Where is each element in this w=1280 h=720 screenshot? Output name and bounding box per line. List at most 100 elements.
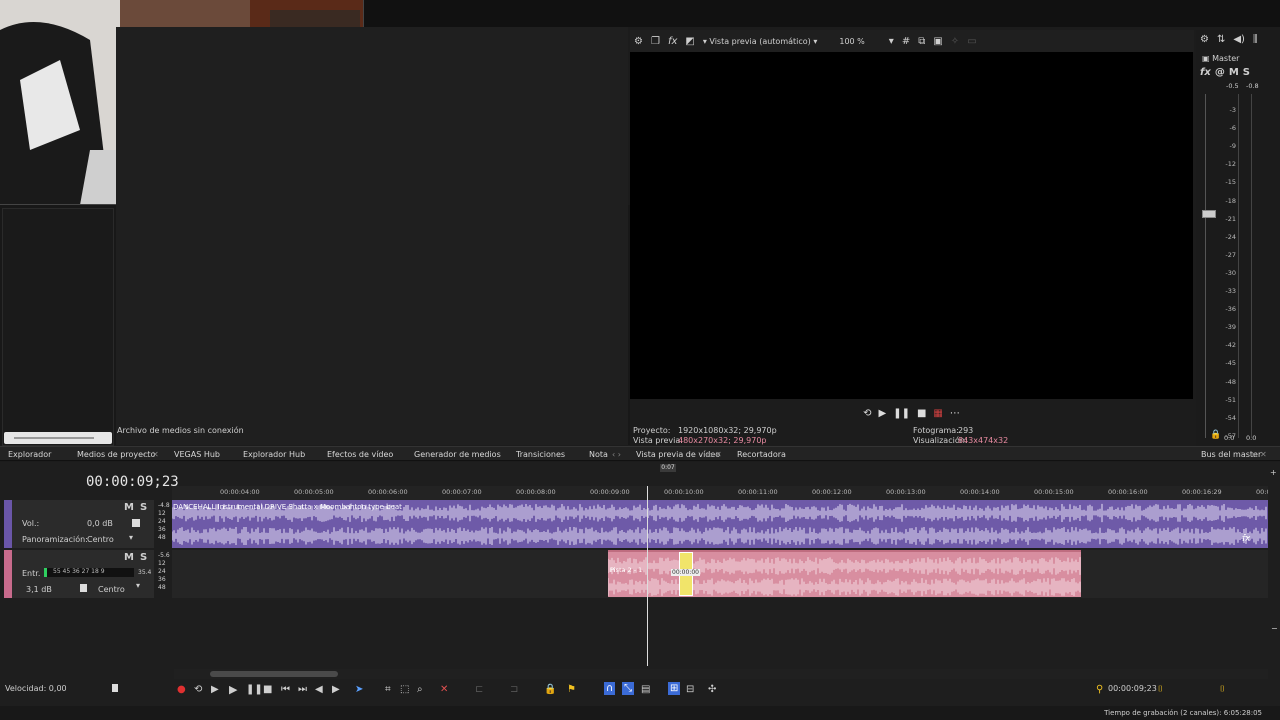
ignore-grouping-icon[interactable]: ⊟	[686, 684, 694, 695]
record-icon[interactable]: ▦	[933, 408, 942, 419]
timeline-ruler[interactable]: 00:00:04:00 00:00:05:00 00:00:06:00 00:00:0…	[172, 486, 1275, 500]
previous-frame-icon[interactable]: ◀	[315, 684, 323, 695]
explorer-scrollbar[interactable]	[4, 432, 112, 444]
checkbox-icon[interactable]: ▣	[1202, 54, 1210, 63]
solo-button[interactable]: S	[140, 552, 147, 563]
tab-media-generators[interactable]: Generador de medios	[414, 450, 501, 459]
solo-button[interactable]: S	[1243, 67, 1250, 78]
project-media-pane[interactable]	[116, 27, 628, 445]
mute-button[interactable]: M	[1229, 67, 1239, 78]
play-icon[interactable]: ▶	[229, 683, 237, 696]
play-icon[interactable]: ▶	[879, 408, 887, 419]
master-fader-handle[interactable]	[1202, 210, 1216, 218]
preview-quality-dropdown[interactable]: ▾ Vista previa (automático) ▾	[703, 37, 818, 46]
fx-icon[interactable]: fx	[668, 36, 677, 47]
tab-trimmer[interactable]: Recortadora	[737, 450, 786, 459]
stop-icon[interactable]: ■	[917, 408, 926, 419]
selection-length-icon[interactable]: ⌷	[1220, 684, 1225, 694]
loop-icon[interactable]: ⟲	[863, 408, 871, 419]
auto-crossfade-icon[interactable]: ⤡	[622, 682, 634, 695]
trim-icon[interactable]: ⊏	[475, 684, 483, 695]
speed-slider[interactable]	[112, 684, 118, 692]
ruler-label: 00:00:12:00	[812, 488, 852, 496]
zoom-dropdown[interactable]: 100 %	[839, 37, 864, 46]
external-monitor-icon[interactable]: ❐	[651, 36, 660, 47]
go-to-end-icon[interactable]: ⏭	[298, 684, 307, 695]
audio-clip-track-1[interactable]: DANCEHALL Instrumental DRIVE Shatta x Mo…	[172, 500, 1268, 548]
levels-icon[interactable]: ⫼	[1253, 34, 1258, 45]
selection-tool-icon[interactable]: ⬚	[400, 684, 409, 695]
horizontal-scrollbar[interactable]	[174, 669, 1268, 679]
color-picker-icon[interactable]: ✣	[708, 684, 716, 695]
playhead[interactable]	[647, 486, 648, 666]
gain-slider[interactable]	[80, 584, 87, 592]
master-fader-track[interactable]	[1205, 94, 1217, 438]
track-header-audio-2[interactable]: M S Entr. 55 45 36 27 18 9 35.4 3,1 dB C…	[4, 550, 154, 598]
tab-notes[interactable]: Nota	[589, 450, 608, 459]
lock-icon[interactable]: 🔒	[544, 684, 556, 695]
volume-slider[interactable]	[132, 519, 140, 527]
chevron-down-icon[interactable]: ▾	[136, 581, 140, 590]
pause-icon[interactable]: ❚❚	[893, 408, 910, 419]
zoom-tool-icon[interactable]: ⌕	[417, 684, 423, 695]
cursor-marker[interactable]: 0:07	[660, 464, 676, 472]
loop-region-icon[interactable]: ⌷	[1158, 684, 1163, 694]
play-from-start-icon[interactable]: ▶	[211, 684, 219, 695]
zoom-out-icon[interactable]: −	[1271, 624, 1278, 633]
close-icon[interactable]: ▫ ✕	[144, 450, 159, 459]
gear-icon[interactable]: ⚙	[634, 36, 643, 47]
mute-button[interactable]: M	[124, 552, 134, 563]
lock-envelopes-icon[interactable]: ⊞	[668, 682, 681, 695]
safe-area-icon[interactable]: ▭	[967, 36, 976, 47]
lock-icon[interactable]: 🔒	[1210, 430, 1221, 440]
delete-icon[interactable]: ✕	[440, 684, 448, 695]
tab-vegas-hub[interactable]: VEGAS Hub	[174, 450, 220, 459]
loop-icon[interactable]: ⟲	[194, 684, 202, 695]
mixer-icon[interactable]: ⇅	[1217, 34, 1225, 45]
explorer-tree-pane[interactable]	[2, 208, 114, 446]
next-frame-icon[interactable]: ▶	[332, 684, 340, 695]
link-icon[interactable]: @	[1215, 67, 1225, 78]
grid-icon[interactable]: #	[902, 36, 910, 47]
normal-edit-tool-icon[interactable]: ➤	[355, 684, 363, 695]
split-icon[interactable]: ⊐	[510, 684, 518, 695]
tab-video-fx[interactable]: Efectos de vídeo	[327, 450, 393, 459]
tab-explorer-hub[interactable]: Explorador Hub	[243, 450, 305, 459]
meter-tick: -27	[1225, 250, 1236, 259]
solo-button[interactable]: S	[140, 502, 147, 513]
more-icon[interactable]: ⋯	[950, 408, 960, 419]
ripple-edit-icon[interactable]: ▤	[641, 684, 650, 695]
chevron-down-icon[interactable]: ▾	[129, 533, 133, 542]
ruler-label: 00:00:16:29	[1182, 488, 1222, 496]
marker-icon[interactable]: ⚑	[567, 684, 576, 695]
stop-icon[interactable]: ■	[263, 684, 272, 695]
save-snapshot-icon[interactable]: ▣	[933, 36, 942, 47]
envelope-tool-icon[interactable]: ⌗	[385, 684, 391, 695]
fx-icon[interactable]: fx	[1242, 534, 1251, 544]
gear-icon[interactable]: ⚙	[1200, 34, 1209, 45]
snap-icon[interactable]: ∩	[604, 682, 616, 695]
go-to-start-icon[interactable]: ⏮	[281, 684, 290, 695]
vertical-scrollbar[interactable]: + −	[1268, 468, 1280, 668]
record-button[interactable]: ●	[177, 684, 186, 695]
clip-label: Pista 2 - 1	[610, 566, 643, 574]
marker-icon[interactable]: ⚲	[1096, 684, 1103, 695]
pause-icon[interactable]: ❚❚	[246, 684, 263, 695]
speaker-icon[interactable]: ◀)	[1233, 34, 1245, 45]
chevron-down-icon[interactable]: ▾	[889, 36, 894, 47]
tab-transitions[interactable]: Transiciones	[516, 450, 565, 459]
split-screen-icon[interactable]: ◩	[685, 36, 694, 47]
copy-snapshot-icon[interactable]: ⧉	[918, 36, 925, 47]
tab-explorer[interactable]: Explorador	[8, 450, 51, 459]
meter-tick: -15	[1225, 178, 1236, 187]
track-header-audio-1[interactable]: M S Vol.: 0,0 dB Panoramización: Centro …	[4, 500, 154, 548]
meter-level: -5.6	[158, 552, 170, 559]
horizontal-scroll-thumb[interactable]	[210, 671, 338, 677]
mute-button[interactable]: M	[124, 502, 134, 513]
close-icon[interactable]: ▫ ✕	[1252, 450, 1267, 459]
overlay-icon[interactable]: ✧	[951, 36, 959, 47]
tab-scroll-icon[interactable]: ‹ ›	[612, 450, 621, 459]
fx-icon[interactable]: fx	[1200, 67, 1211, 78]
close-icon[interactable]: ▫ ✕	[707, 450, 722, 459]
zoom-in-icon[interactable]: +	[1270, 468, 1277, 477]
